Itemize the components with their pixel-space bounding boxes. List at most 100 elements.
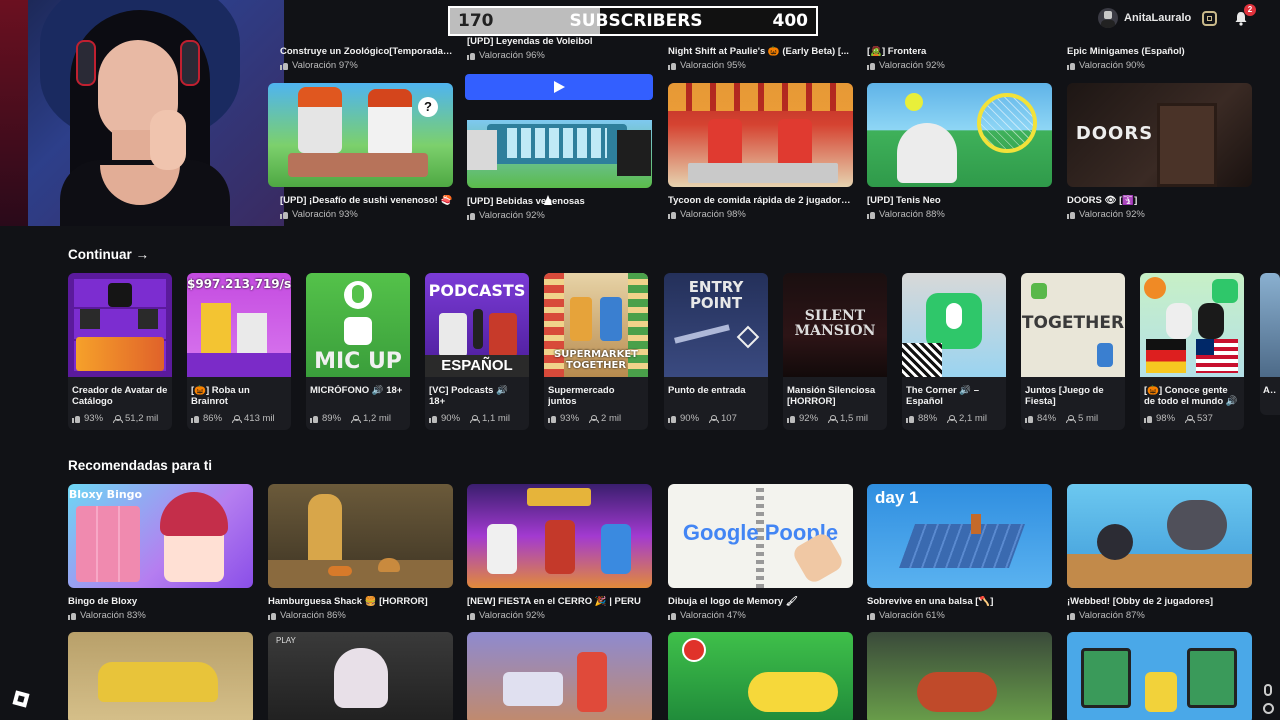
game-rating: Valoración 92% xyxy=(479,210,545,221)
game-card[interactable]: Google Poople Dibuja el logo de Memory 🖌… xyxy=(668,484,853,621)
thumbs-up-icon xyxy=(280,211,288,219)
game-thumbnail[interactable]: PLAY xyxy=(268,632,453,720)
game-title: Creador de Avatar de Catálogo xyxy=(72,385,168,407)
game-card[interactable]: [UPD] Bebidas venenosas Valoración 92% xyxy=(465,74,653,221)
thumbs-up-icon xyxy=(867,612,875,620)
game-rating: 86% xyxy=(203,413,223,424)
game-title: Sobrevive en una balsa [🪓] xyxy=(867,596,994,607)
players-icon xyxy=(709,414,720,423)
user-profile[interactable]: AnitaLauralo xyxy=(1098,8,1191,28)
game-thumbnail[interactable] xyxy=(68,632,253,720)
continue-card[interactable]: ENTRY POINT Punto de entrada 90% 107 xyxy=(664,273,768,430)
game-rating: 98% xyxy=(1156,413,1176,424)
players-icon xyxy=(1185,414,1196,423)
game-card[interactable]: [🧟] Frontera Valoración 92% xyxy=(867,46,1052,71)
continue-card-partial[interactable]: Ars xyxy=(1260,273,1280,415)
section-title-continuar[interactable]: Continuar → xyxy=(68,247,149,262)
game-card[interactable]: DOORS DOORS 👁 [🛐] Valoración 92% xyxy=(1067,83,1252,220)
thumbs-up-icon xyxy=(280,62,288,70)
continue-card[interactable]: [🎃] Conoce gente de todo el mundo 🔊 98% 5… xyxy=(1140,273,1244,430)
game-card[interactable]: ? [UPD] ¡Desafío de sushi venenoso! 🍣 Va… xyxy=(268,83,453,220)
game-rating: Valoración 93% xyxy=(292,209,358,220)
game-title: [UPD] Bebidas venenosas xyxy=(467,196,585,207)
game-title: [NEW] FIESTA en el CERRO 🎉 | PERU xyxy=(467,596,641,607)
game-thumbnail[interactable] xyxy=(867,632,1052,720)
game-thumbnail: TOGETHER xyxy=(1021,273,1125,377)
game-rating: 90% xyxy=(441,413,461,424)
thumbs-up-icon xyxy=(68,612,76,620)
game-card[interactable]: day 1 Sobrevive en una balsa [🪓] Valorac… xyxy=(867,484,1052,621)
thumbs-up-icon xyxy=(191,415,199,423)
game-card[interactable]: [UPD] Tenis Neo Valoración 88% xyxy=(867,83,1052,220)
thumbs-up-icon xyxy=(1144,415,1152,423)
game-rating: 84% xyxy=(1037,413,1057,424)
game-card[interactable]: Hamburguesa Shack 🍔 [HORROR] Valoración … xyxy=(268,484,453,621)
game-title: [🧟] Frontera xyxy=(867,46,927,57)
player-count: 1,5 mil xyxy=(840,413,868,424)
game-thumbnail: ENTRY POINT xyxy=(664,273,768,377)
game-card[interactable]: Night Shift at Paulie's 🎃 (Early Beta) [… xyxy=(668,46,853,71)
game-rating: Valoración 95% xyxy=(680,60,746,71)
thumbs-up-icon xyxy=(668,211,676,219)
continue-card[interactable]: SILENT MANSION Mansión Silenciosa [HORRO… xyxy=(783,273,887,430)
game-title: Mansión Silenciosa [HORROR] xyxy=(787,385,876,407)
game-title: Ars xyxy=(1263,385,1276,396)
game-thumbnail xyxy=(867,83,1052,187)
thumbs-up-icon xyxy=(787,415,795,423)
player-count: 1,1 mil xyxy=(482,413,510,424)
continue-card[interactable]: MIC UP MICRÓFONO 🔊 18+ 89% 1,2 mil xyxy=(306,273,410,430)
players-icon xyxy=(589,414,600,423)
game-card[interactable]: Tycoon de comida rápida de 2 jugadore...… xyxy=(668,83,853,220)
game-thumbnail: ? xyxy=(268,83,453,187)
game-thumbnail: MIC UP xyxy=(306,273,410,377)
microphone-icon[interactable] xyxy=(1264,684,1272,696)
game-rating: Valoración 86% xyxy=(280,610,346,621)
robux-icon[interactable] xyxy=(1202,11,1217,26)
game-card[interactable]: Bloxy Bingo Bingo de Bloxy Valoración 83… xyxy=(68,484,253,621)
game-card[interactable]: Epic Minigames (Español) Valoración 90% xyxy=(1067,46,1252,71)
game-rating: 93% xyxy=(84,413,104,424)
roblox-logo-icon[interactable] xyxy=(12,690,30,708)
game-thumbnail[interactable] xyxy=(668,632,853,720)
continue-card[interactable]: PODCASTS ESPAÑOL [VC] Podcasts 🔊 18+ 90%… xyxy=(425,273,529,430)
settings-icon[interactable] xyxy=(1263,703,1274,714)
game-title: [VC] Podcasts 🔊 18+ xyxy=(429,385,508,407)
game-rating: 88% xyxy=(918,413,938,424)
continue-card[interactable]: $997.213,719/s [🎃] Roba un Brainrot 86% 4… xyxy=(187,273,291,430)
game-title: The Corner 🔊 – Español xyxy=(906,385,980,407)
player-count: 2,1 mil xyxy=(959,413,987,424)
game-rating: Valoración 61% xyxy=(879,610,945,621)
subscriber-start-count: 170 xyxy=(458,11,494,31)
game-title: [UPD] ¡Desafío de sushi venenoso! 🍣 xyxy=(280,195,453,206)
continue-card[interactable]: TOGETHER Juntos [Juego de Fiesta] 84% 5 m… xyxy=(1021,273,1125,430)
game-thumbnail[interactable] xyxy=(467,632,652,720)
play-button[interactable] xyxy=(465,74,653,100)
game-title: Hamburguesa Shack 🍔 [HORROR] xyxy=(268,596,428,607)
player-count: 107 xyxy=(721,413,737,424)
continue-card[interactable]: SUPERMARKET TOGETHER Supermercado juntos… xyxy=(544,273,648,430)
continue-card[interactable]: Creador de Avatar de Catálogo 93% 51,2 mi… xyxy=(68,273,172,430)
notification-badge: 2 xyxy=(1244,4,1256,16)
game-title: Bingo de Bloxy xyxy=(68,596,138,607)
players-icon xyxy=(232,414,243,423)
subscriber-goal-bar: 170 SUBSCRIBERS 400 xyxy=(448,6,818,36)
game-thumbnail[interactable] xyxy=(1067,632,1252,720)
game-title: Juntos [Juego de Fiesta] xyxy=(1025,385,1104,407)
thumbs-up-icon xyxy=(668,415,676,423)
game-title: [🎃] Conoce gente de todo el mundo 🔊 xyxy=(1144,385,1238,407)
game-card[interactable]: [UPD] Leyendas de Voleibol Valoración 96… xyxy=(467,36,652,61)
game-thumbnail xyxy=(467,120,652,188)
game-thumbnail xyxy=(1260,273,1280,377)
player-count: 5 mil xyxy=(1078,413,1099,424)
game-card[interactable]: Construye un Zoológico[Temporada 2] Valo… xyxy=(268,46,453,71)
continue-card[interactable]: The Corner 🔊 – Español 88% 2,1 mil xyxy=(902,273,1006,430)
player-count: 51,2 mil xyxy=(125,413,159,424)
game-rating: Valoración 92% xyxy=(479,610,545,621)
game-title: Construye un Zoológico[Temporada 2] xyxy=(280,46,453,57)
game-thumbnail: DOORS xyxy=(1067,83,1252,187)
game-card[interactable]: ¡Webbed! [Obby de 2 jugadores] Valoració… xyxy=(1067,484,1252,621)
game-card[interactable]: [NEW] FIESTA en el CERRO 🎉 | PERU Valora… xyxy=(467,484,652,621)
game-rating: 90% xyxy=(680,413,700,424)
game-title: Tycoon de comida rápida de 2 jugadore... xyxy=(668,195,853,206)
game-rating: Valoración 92% xyxy=(1079,209,1145,220)
